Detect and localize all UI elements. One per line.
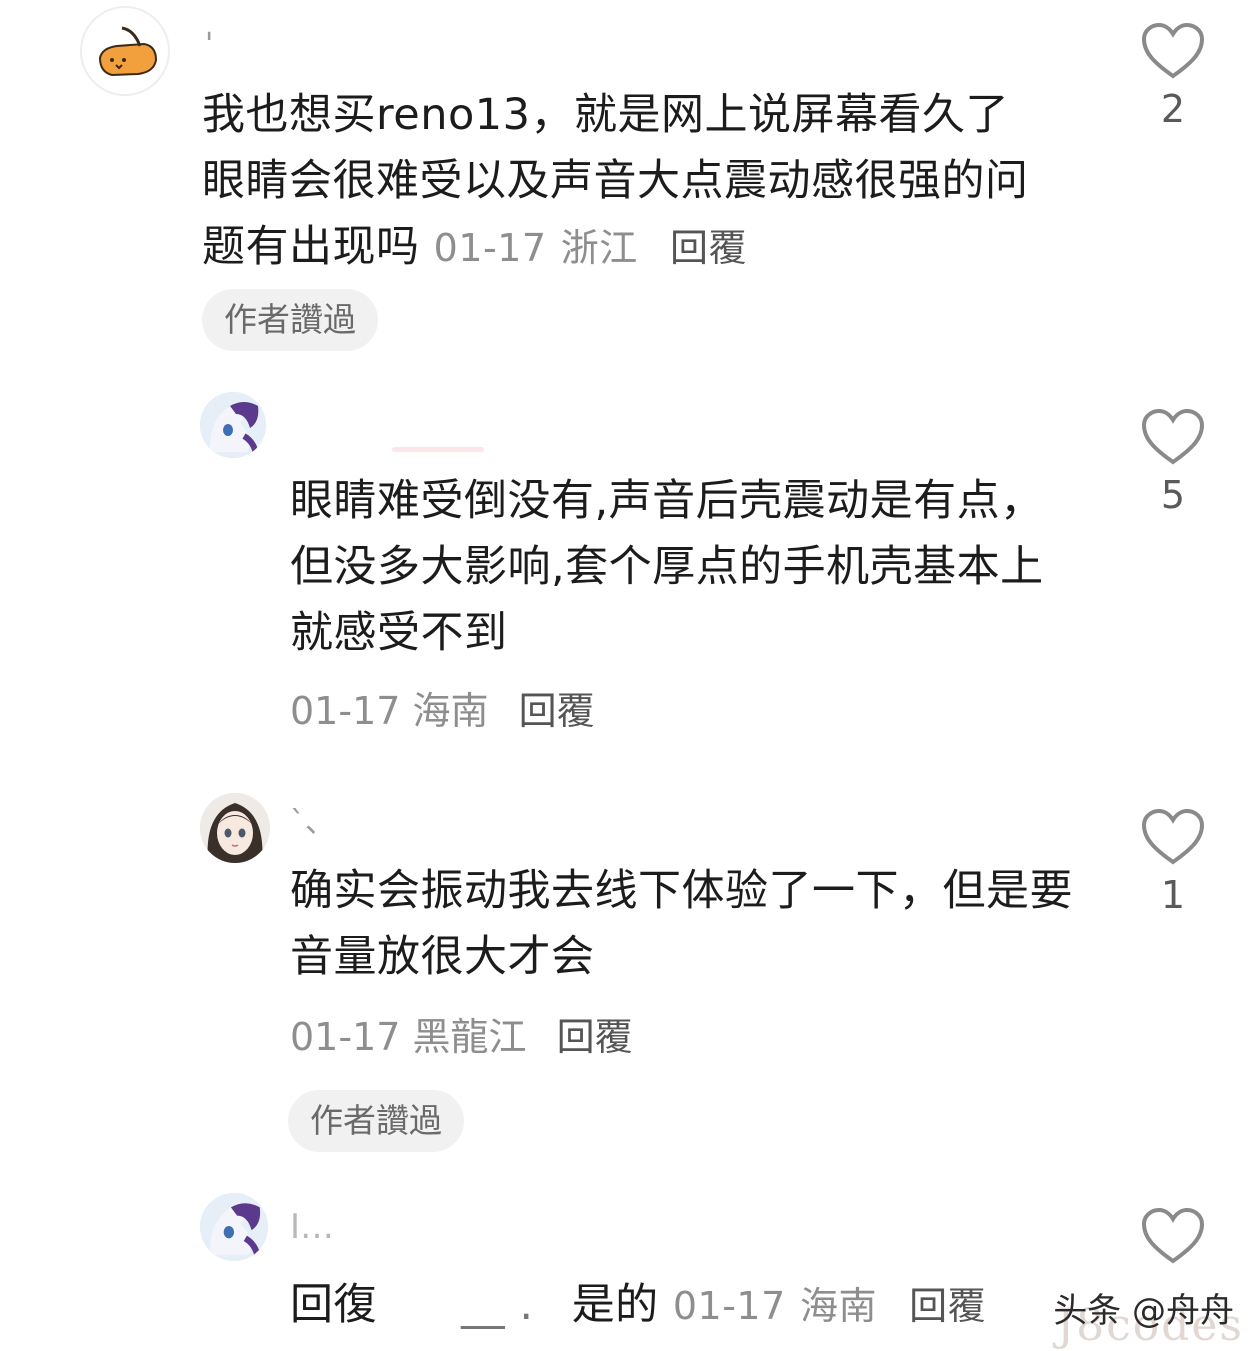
comment-meta: 01-17 海南 回覆 (290, 692, 595, 730)
username[interactable]: `、 (290, 808, 335, 838)
reply-button[interactable]: 回覆 (909, 1284, 986, 1328)
reply-prefix: 回復 (290, 1280, 377, 1330)
comment-body: 确实会振动我去线下体验了一下，但是要音量放很大才会 (290, 858, 1090, 990)
mention[interactable]: __ . (461, 1280, 533, 1330)
like-button[interactable]: 5 (1133, 408, 1213, 514)
comment-date: 01-17 (290, 1015, 401, 1059)
heart-outline-icon (1141, 808, 1205, 865)
pony-avatar (200, 1193, 268, 1261)
like-button[interactable] (1133, 1207, 1213, 1275)
comment-date: 01-17 (672, 1284, 786, 1328)
reply-button[interactable]: 回覆 (557, 1015, 633, 1059)
like-count: 2 (1160, 87, 1186, 131)
reply-button[interactable]: 回覆 (519, 689, 595, 733)
like-count: 1 (1160, 873, 1186, 917)
comment-body: 我也想买reno13，就是网上说屏幕看久了眼睛会很难受以及声音大点震动感很强的问… (202, 82, 1042, 281)
comment-text: 眼睛难受倒没有,声音后壳震动是有点，但没多大影响,套个厚点的手机壳基本上就感受不… (290, 476, 1044, 658)
username-redaction (392, 447, 484, 452)
avatar[interactable] (200, 793, 270, 863)
avatar[interactable] (200, 1193, 268, 1261)
like-count: 5 (1160, 473, 1186, 517)
comment-meta: 01-17 黑龍江 回覆 (290, 1018, 633, 1056)
comment-body: 回復 __ . 是的 01-17 海南 回覆 (290, 1272, 1050, 1339)
avatar[interactable] (200, 392, 266, 458)
avatar[interactable] (80, 6, 170, 96)
comment-location: 浙江 (560, 226, 638, 270)
cartoon-cat-avatar (98, 26, 158, 77)
reply-button[interactable]: 回覆 (670, 226, 747, 270)
anime-girl-avatar (200, 793, 270, 863)
username[interactable]: ' (205, 30, 213, 60)
author-liked-badge: 作者讚過 (202, 289, 378, 351)
comment-date: 01-17 (290, 689, 401, 733)
comment-text: 是的 (571, 1280, 659, 1330)
comment-location: 海南 (412, 689, 489, 733)
username[interactable]: I… (290, 1210, 334, 1244)
comment-text: 确实会振动我去线下体验了一下，但是要音量放很大才会 (290, 866, 1073, 982)
author-liked-badge: 作者讚過 (288, 1090, 464, 1152)
comment-location: 海南 (799, 1284, 877, 1328)
like-button[interactable]: 2 (1133, 22, 1213, 128)
comment-date: 01-17 (433, 226, 547, 270)
heart-outline-icon (1141, 1207, 1205, 1264)
heart-outline-icon (1141, 408, 1205, 465)
heart-outline-icon (1141, 22, 1205, 79)
source-watermark: 头条 @舟舟 (1053, 1291, 1234, 1331)
pony-avatar (200, 392, 266, 458)
like-button[interactable]: 1 (1133, 808, 1213, 914)
comment-body: 眼睛难受倒没有,声音后壳震动是有点，但没多大影响,套个厚点的手机壳基本上就感受不… (290, 468, 1050, 666)
comment-location: 黑龍江 (412, 1015, 527, 1059)
